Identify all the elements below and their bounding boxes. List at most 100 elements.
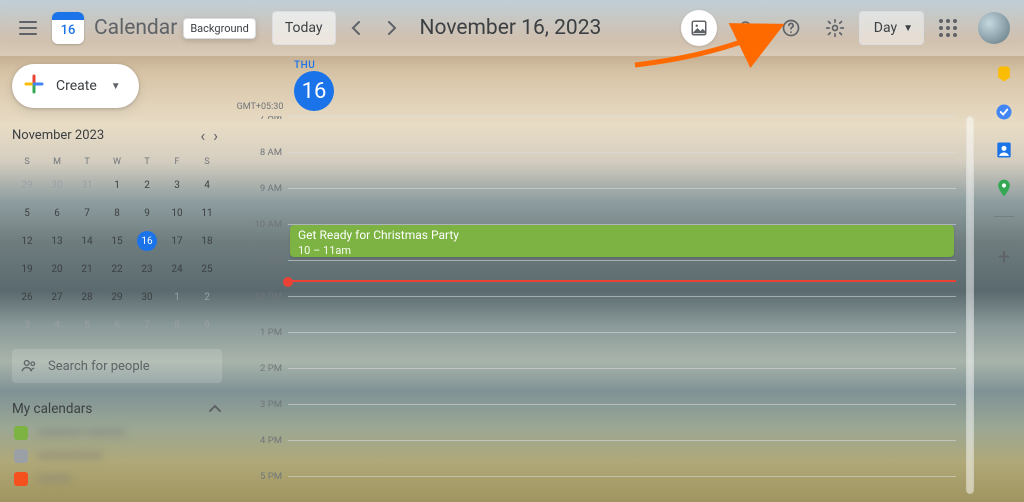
mini-day[interactable]: 2 bbox=[132, 171, 162, 199]
day-number[interactable]: 16 bbox=[294, 71, 334, 111]
mini-day[interactable]: 15 bbox=[102, 227, 132, 255]
mini-day[interactable]: 4 bbox=[42, 311, 72, 339]
mini-dow: F bbox=[162, 153, 192, 171]
mini-day[interactable]: 24 bbox=[162, 255, 192, 283]
mini-next-button[interactable]: › bbox=[209, 124, 222, 147]
time-slot[interactable] bbox=[288, 404, 956, 440]
mini-day[interactable]: 20 bbox=[42, 255, 72, 283]
contacts-icon[interactable] bbox=[994, 140, 1014, 160]
time-grid[interactable]: Get Ready for Christmas Party10 – 11am bbox=[288, 116, 956, 502]
search-people-input[interactable]: Search for people bbox=[12, 349, 222, 383]
create-button[interactable]: Create ▼ bbox=[12, 64, 139, 108]
mini-day[interactable]: 25 bbox=[192, 255, 222, 283]
next-period-button[interactable] bbox=[376, 12, 408, 44]
mini-day[interactable]: 7 bbox=[132, 311, 162, 339]
mini-day[interactable]: 3 bbox=[162, 171, 192, 199]
create-label: Create bbox=[56, 78, 97, 94]
mini-dow: T bbox=[132, 153, 162, 171]
calendar-logo[interactable]: 16 bbox=[52, 12, 84, 44]
side-panel: + bbox=[984, 56, 1024, 502]
help-icon bbox=[781, 18, 801, 38]
my-calendars-toggle[interactable]: My calendars bbox=[12, 397, 222, 421]
mini-day[interactable]: 8 bbox=[102, 199, 132, 227]
menu-icon bbox=[19, 21, 37, 35]
people-icon bbox=[20, 357, 38, 375]
today-button[interactable]: Today bbox=[272, 11, 336, 45]
day-view: GMT+05:30 THU 16 7 AM8 AM9 AM10 AM11 AM1… bbox=[232, 56, 984, 502]
tasks-icon[interactable] bbox=[994, 102, 1014, 122]
mini-prev-button[interactable]: ‹ bbox=[196, 124, 209, 147]
mini-day[interactable]: 9 bbox=[192, 311, 222, 339]
hour-label: 4 PM bbox=[232, 435, 288, 471]
apps-grid-icon bbox=[939, 19, 957, 37]
mini-day[interactable]: 29 bbox=[12, 171, 42, 199]
mini-day[interactable]: 9 bbox=[132, 199, 162, 227]
view-switch[interactable]: Day ▼ bbox=[859, 11, 924, 45]
time-slot[interactable] bbox=[288, 152, 956, 188]
time-slot[interactable] bbox=[288, 116, 956, 152]
background-image-button[interactable] bbox=[681, 10, 717, 46]
mini-day[interactable]: 30 bbox=[132, 283, 162, 311]
time-slot[interactable] bbox=[288, 188, 956, 224]
search-button[interactable] bbox=[727, 8, 767, 48]
calendar-item[interactable]: xxxxxxx xxxxxx bbox=[12, 421, 222, 444]
date-range: November 16, 2023 bbox=[420, 16, 602, 40]
mini-day[interactable]: 5 bbox=[12, 199, 42, 227]
mini-day[interactable]: 13 bbox=[42, 227, 72, 255]
mini-day[interactable]: 21 bbox=[72, 255, 102, 283]
time-slot[interactable] bbox=[288, 440, 956, 476]
time-slot[interactable] bbox=[288, 476, 956, 502]
mini-day[interactable]: 30 bbox=[42, 171, 72, 199]
calendar-event[interactable]: Get Ready for Christmas Party10 – 11am bbox=[290, 225, 954, 257]
mini-day[interactable]: 28 bbox=[72, 283, 102, 311]
scrollbar[interactable] bbox=[966, 116, 974, 494]
mini-day[interactable]: 12 bbox=[12, 227, 42, 255]
time-slot[interactable] bbox=[288, 368, 956, 404]
settings-button[interactable] bbox=[815, 8, 855, 48]
current-time-indicator bbox=[288, 280, 956, 282]
mini-day[interactable]: 31 bbox=[72, 171, 102, 199]
mini-day[interactable]: 27 bbox=[42, 283, 72, 311]
maps-icon[interactable] bbox=[994, 178, 1014, 198]
google-apps-button[interactable] bbox=[928, 8, 968, 48]
hour-label: 5 PM bbox=[232, 471, 288, 502]
main-menu-button[interactable] bbox=[8, 8, 48, 48]
time-slot[interactable] bbox=[288, 296, 956, 332]
mini-day[interactable]: 6 bbox=[42, 199, 72, 227]
mini-day[interactable]: 16 bbox=[132, 227, 162, 255]
mini-day[interactable]: 8 bbox=[162, 311, 192, 339]
mini-day[interactable]: 1 bbox=[162, 283, 192, 311]
mini-day[interactable]: 7 bbox=[72, 199, 102, 227]
time-slot[interactable] bbox=[288, 332, 956, 368]
mini-day[interactable]: 26 bbox=[12, 283, 42, 311]
account-avatar[interactable] bbox=[978, 12, 1010, 44]
mini-day[interactable]: 1 bbox=[102, 171, 132, 199]
mini-day[interactable]: 11 bbox=[192, 199, 222, 227]
hour-label: 3 PM bbox=[232, 399, 288, 435]
mini-dow: T bbox=[72, 153, 102, 171]
mini-day[interactable]: 23 bbox=[132, 255, 162, 283]
mini-day[interactable]: 22 bbox=[102, 255, 132, 283]
mini-day[interactable]: 6 bbox=[102, 311, 132, 339]
event-time: 10 – 11am bbox=[298, 244, 946, 258]
keep-icon[interactable] bbox=[994, 64, 1014, 84]
mini-day[interactable]: 14 bbox=[72, 227, 102, 255]
mini-day[interactable]: 4 bbox=[192, 171, 222, 199]
logo-day-number: 16 bbox=[61, 23, 76, 38]
help-button[interactable] bbox=[771, 8, 811, 48]
mini-day[interactable]: 29 bbox=[102, 283, 132, 311]
mini-day[interactable]: 18 bbox=[192, 227, 222, 255]
mini-day[interactable]: 5 bbox=[72, 311, 102, 339]
time-slot[interactable] bbox=[288, 260, 956, 296]
mini-day[interactable]: 17 bbox=[162, 227, 192, 255]
calendar-item[interactable]: xxxxx bbox=[12, 467, 222, 490]
mini-day[interactable]: 2 bbox=[192, 283, 222, 311]
mini-day[interactable]: 3 bbox=[12, 311, 42, 339]
prev-period-button[interactable] bbox=[340, 12, 372, 44]
get-addons-button[interactable]: + bbox=[986, 239, 1022, 275]
mini-day[interactable]: 19 bbox=[12, 255, 42, 283]
calendar-item[interactable]: xxxxxxxxxx bbox=[12, 444, 222, 467]
hour-label: 9 AM bbox=[232, 183, 288, 219]
mini-day[interactable]: 10 bbox=[162, 199, 192, 227]
hour-label: 12 PM bbox=[232, 291, 288, 327]
